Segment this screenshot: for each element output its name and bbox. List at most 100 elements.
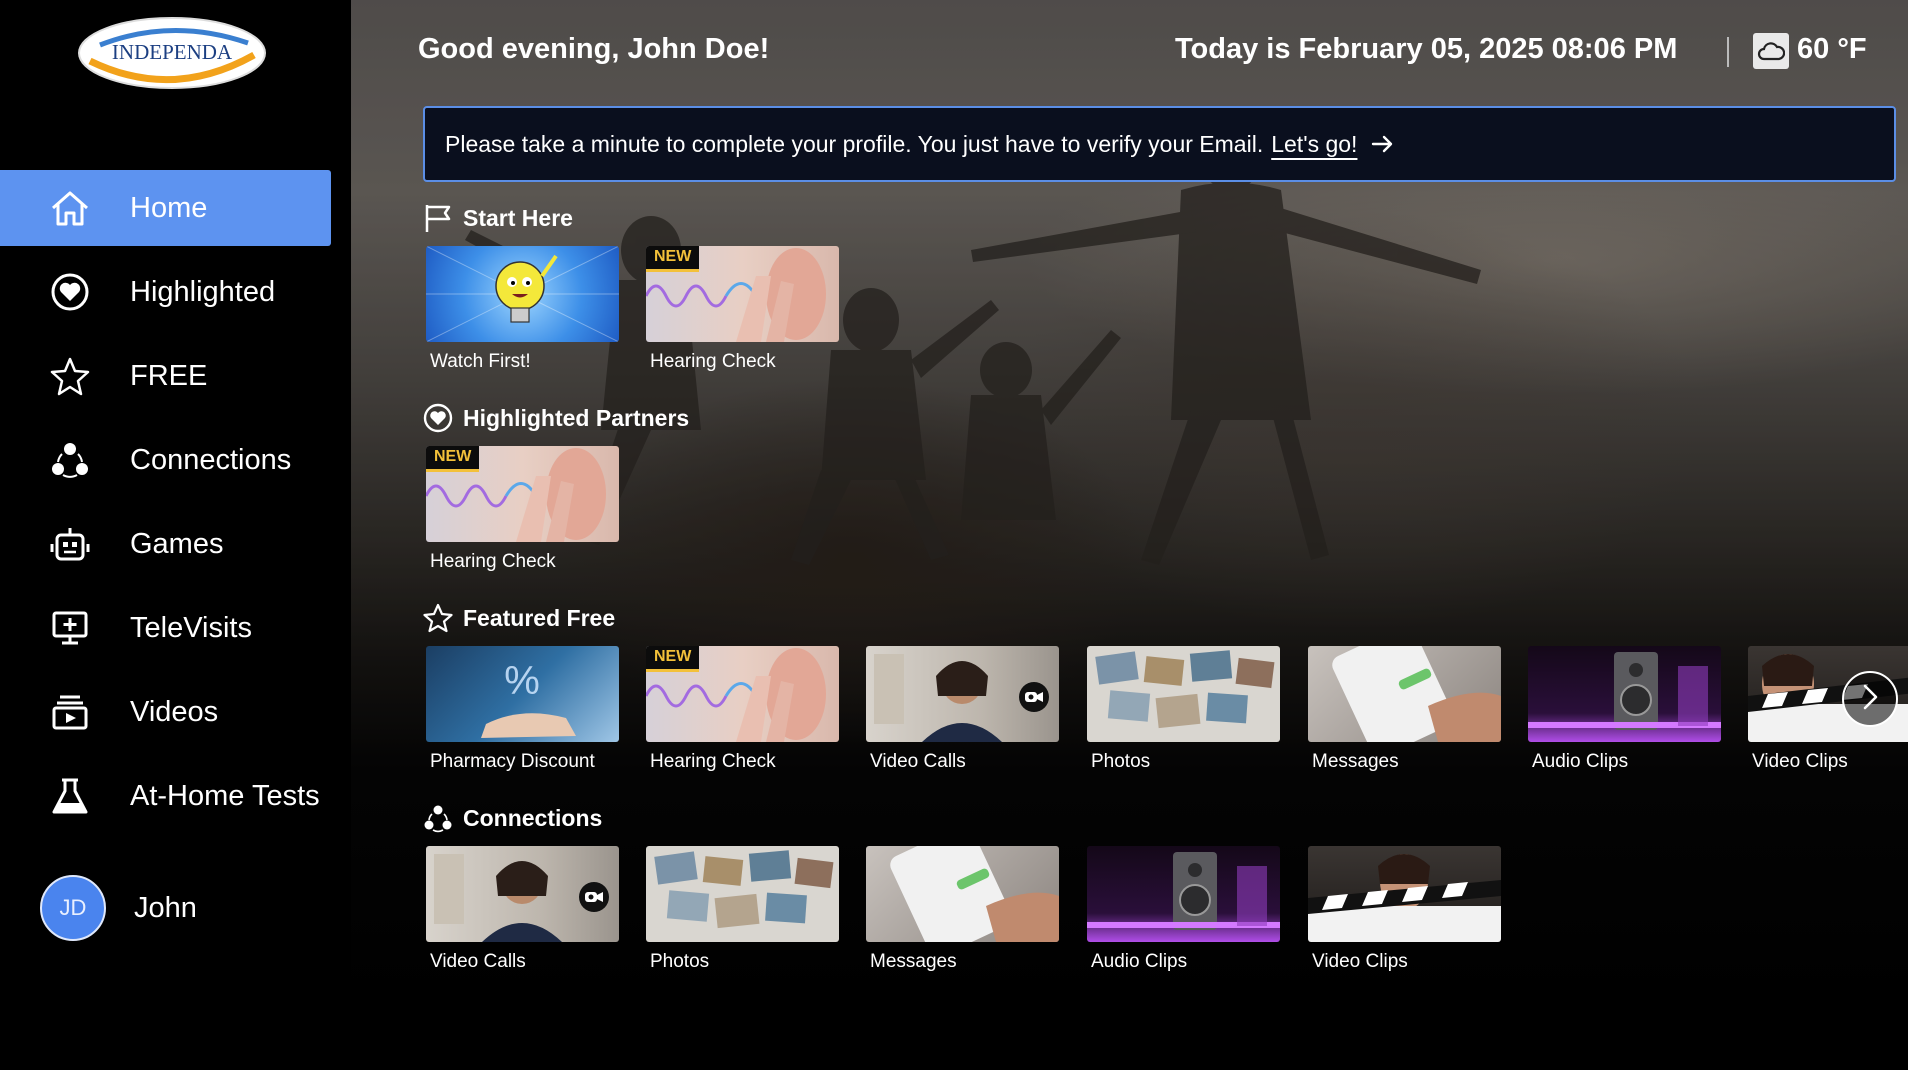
tile-thumbnail <box>1087 646 1280 742</box>
tile-thumbnail <box>426 246 619 342</box>
tile-photos[interactable]: Photos <box>1087 646 1280 773</box>
sidebar-item-label: FREE <box>130 359 208 392</box>
star-icon <box>46 356 94 396</box>
tile-hearing-check[interactable]: NEW Hearing Check <box>646 646 839 773</box>
tile-label: Video Clips <box>1752 751 1848 772</box>
tile-thumbnail: NEW <box>426 446 619 542</box>
sidebar-item-televisits[interactable]: TeleVisits <box>0 590 331 666</box>
tile-thumbnail <box>1308 846 1501 942</box>
carousel-next-button[interactable] <box>1842 671 1898 727</box>
user-profile[interactable]: JD John <box>40 875 340 941</box>
arrow-right-icon[interactable] <box>1371 134 1395 154</box>
sidebar-item-label: Highlighted <box>130 275 276 308</box>
tile-video-calls[interactable]: Video Calls <box>426 846 619 973</box>
header-divider <box>1727 37 1729 67</box>
tile-watch-first[interactable]: Watch First! <box>426 246 619 373</box>
sidebar-item-games[interactable]: Games <box>0 506 331 582</box>
video-camera-icon <box>579 882 609 912</box>
flask-icon <box>46 776 94 816</box>
tile-hearing-check[interactable]: NEW Hearing Check <box>426 446 619 573</box>
flag-icon <box>423 203 453 233</box>
section-title: Highlighted Partners <box>463 404 690 431</box>
tile-thumbnail: % <box>426 646 619 742</box>
sidebar-item-label: Home <box>130 191 208 224</box>
sidebar-item-label: Games <box>130 527 224 560</box>
tile-label: Hearing Check <box>650 751 776 772</box>
tile-label: Hearing Check <box>430 551 556 572</box>
tile-thumbnail: NEW <box>646 646 839 742</box>
sidebar-item-label: At-Home Tests <box>130 779 320 812</box>
section-title: Start Here <box>463 204 573 231</box>
tile-label: Video Clips <box>1312 951 1408 972</box>
monitor-plus-icon <box>46 608 94 648</box>
section-start-here: Start Here <box>423 202 573 234</box>
tile-messages[interactable]: Messages <box>866 846 1059 973</box>
tile-thumbnail <box>866 846 1059 942</box>
home-icon <box>46 188 94 228</box>
tile-label: Messages <box>1312 751 1399 772</box>
section-connections: Connections <box>423 802 602 834</box>
connections-icon <box>46 440 94 480</box>
tile-label: Pharmacy Discount <box>430 751 595 772</box>
sidebar-item-connections[interactable]: Connections <box>0 422 331 498</box>
sidebar-item-home[interactable]: Home <box>0 170 331 246</box>
robot-icon <box>46 524 94 564</box>
new-badge: NEW <box>426 446 480 472</box>
tile-video-clips[interactable]: Video Clips <box>1308 846 1501 973</box>
tile-thumbnail <box>646 846 839 942</box>
sidebar-item-label: Connections <box>130 443 292 476</box>
video-camera-icon <box>1019 682 1049 712</box>
tile-thumbnail <box>1087 846 1280 942</box>
tile-messages[interactable]: Messages <box>1308 646 1501 773</box>
tile-thumbnail <box>1308 646 1501 742</box>
svg-text:%: % <box>504 659 540 703</box>
tile-video-calls[interactable]: Video Calls <box>866 646 1059 773</box>
new-badge: NEW <box>646 246 700 272</box>
heart-badge-icon <box>46 272 94 312</box>
tile-label: Photos <box>650 951 710 972</box>
main-content: Good evening, John Doe! Today is Februar… <box>351 0 1908 1070</box>
tile-thumbnail <box>1528 646 1721 742</box>
tile-label: Hearing Check <box>650 351 776 372</box>
section-featured-free: Featured Free <box>423 602 615 634</box>
lightbulb-icon <box>426 246 619 342</box>
connections-icon <box>423 803 453 833</box>
tile-pharmacy-discount[interactable]: % Pharmacy Discount <box>426 646 619 773</box>
logo-text: INDEPENDA <box>112 40 233 64</box>
tile-label: Audio Clips <box>1091 951 1188 972</box>
independa-logo[interactable]: INDEPENDA <box>76 15 268 91</box>
avatar[interactable]: JD <box>40 875 106 941</box>
tile-thumbnail: NEW <box>646 246 839 342</box>
tile-label: Video Calls <box>430 951 526 972</box>
lets-go-link[interactable]: Let's go! <box>1271 131 1357 158</box>
heart-badge-icon <box>423 403 453 433</box>
sidebar-item-label: TeleVisits <box>130 611 252 644</box>
star-icon <box>423 603 453 633</box>
cloud-icon <box>1753 33 1789 69</box>
banner-text: Please take a minute to complete your pr… <box>445 130 1264 157</box>
sidebar-item-label: Videos <box>130 695 219 728</box>
sidebar-item-at-home-tests[interactable]: At-Home Tests <box>0 758 331 834</box>
tile-photos[interactable]: Photos <box>646 846 839 973</box>
section-highlighted-partners: Highlighted Partners <box>423 402 689 434</box>
tile-hearing-check[interactable]: NEW Hearing Check <box>646 246 839 373</box>
tile-audio-clips[interactable]: Audio Clips <box>1087 846 1280 973</box>
profile-banner: Please take a minute to complete your pr… <box>423 106 1896 182</box>
user-name: John <box>134 891 197 924</box>
video-library-icon <box>46 692 94 732</box>
sidebar-item-highlighted[interactable]: Highlighted <box>0 254 331 330</box>
sidebar: INDEPENDA Home Highlighted FREE Connecti… <box>0 0 351 1070</box>
sidebar-item-videos[interactable]: Videos <box>0 674 331 750</box>
tile-thumbnail <box>866 646 1059 742</box>
section-title: Connections <box>463 804 603 831</box>
tile-label: Messages <box>870 951 957 972</box>
tile-audio-clips[interactable]: Audio Clips <box>1528 646 1721 773</box>
greeting: Good evening, John Doe! <box>418 33 770 65</box>
tile-label: Watch First! <box>430 351 531 372</box>
section-title: Featured Free <box>463 604 616 631</box>
tile-label: Video Calls <box>870 751 966 772</box>
sidebar-item-free[interactable]: FREE <box>0 338 331 414</box>
tile-label: Audio Clips <box>1532 751 1629 772</box>
chevron-right-icon <box>1859 682 1881 717</box>
current-datetime: Today is February 05, 2025 08:06 PM <box>1175 33 1678 65</box>
